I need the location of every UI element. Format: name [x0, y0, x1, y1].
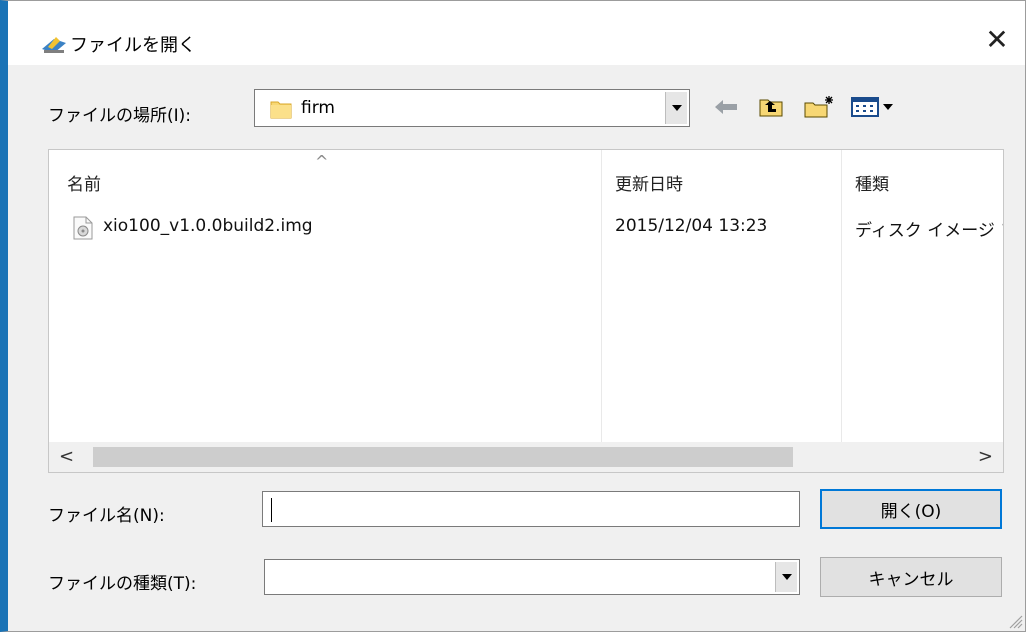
new-folder-icon: [804, 96, 833, 118]
lookin-combobox[interactable]: firm: [254, 89, 690, 127]
column-header-name[interactable]: 名前: [67, 170, 101, 195]
file-list[interactable]: ^ 名前 更新日時 種類 xio100_v1.0.0build2.img 201…: [48, 149, 1004, 473]
scroll-right-arrow-icon[interactable]: >: [978, 446, 993, 467]
filename-label: ファイル名(N):: [48, 506, 165, 526]
chevron-down-icon: [781, 574, 792, 580]
lookin-label: ファイルの場所(I):: [48, 106, 192, 126]
view-menu-icon: [851, 97, 893, 117]
title-bar[interactable]: ファイルを開く ✕: [8, 1, 1025, 65]
chevron-down-icon: [671, 105, 682, 111]
open-file-dialog: ファイルを開く ✕ ファイルの場所(I): firm ^ 名前 更新日時 種類 …: [0, 0, 1026, 632]
scrollbar-thumb[interactable]: [93, 447, 793, 467]
new-folder-button[interactable]: [802, 93, 836, 121]
filetype-select[interactable]: [264, 559, 800, 595]
file-row[interactable]: xio100_v1.0.0build2.img 2015/12/04 13:23…: [49, 212, 1003, 242]
lookin-value: firm: [301, 98, 335, 118]
file-type-cell: ディスク イメージ フ: [855, 221, 1003, 241]
resize-grip-icon[interactable]: [1007, 613, 1023, 629]
up-folder-button[interactable]: [756, 93, 786, 121]
filename-input[interactable]: [262, 491, 800, 527]
lookin-dropdown-button[interactable]: [665, 92, 687, 124]
dialog-title: ファイルを開く: [70, 35, 196, 56]
back-arrow-icon: [715, 100, 737, 114]
folder-icon: [270, 101, 292, 119]
horizontal-scrollbar[interactable]: < >: [49, 442, 1003, 472]
open-button[interactable]: 開く(O): [820, 489, 1002, 529]
scroll-left-arrow-icon[interactable]: <: [59, 446, 74, 467]
column-header-type[interactable]: 種類: [855, 170, 889, 195]
text-caret: [271, 498, 272, 522]
column-header-modified[interactable]: 更新日時: [615, 170, 683, 195]
back-button[interactable]: [712, 93, 740, 121]
sort-ascending-icon: ^: [315, 152, 329, 171]
close-button[interactable]: ✕: [977, 21, 1017, 57]
filetype-label: ファイルの種類(T):: [48, 574, 197, 594]
file-modified-cell: 2015/12/04 13:23: [615, 216, 768, 236]
cancel-button[interactable]: キャンセル: [820, 557, 1002, 597]
view-menu-button[interactable]: [850, 93, 904, 121]
disk-image-file-icon: [73, 216, 93, 240]
up-folder-icon: [759, 99, 783, 117]
column-divider[interactable]: [601, 150, 602, 444]
close-icon: ✕: [985, 22, 1009, 56]
app-icon: [42, 37, 66, 53]
column-divider[interactable]: [841, 150, 842, 444]
filetype-dropdown-button[interactable]: [775, 562, 797, 592]
file-name-cell: xio100_v1.0.0build2.img: [103, 216, 313, 236]
